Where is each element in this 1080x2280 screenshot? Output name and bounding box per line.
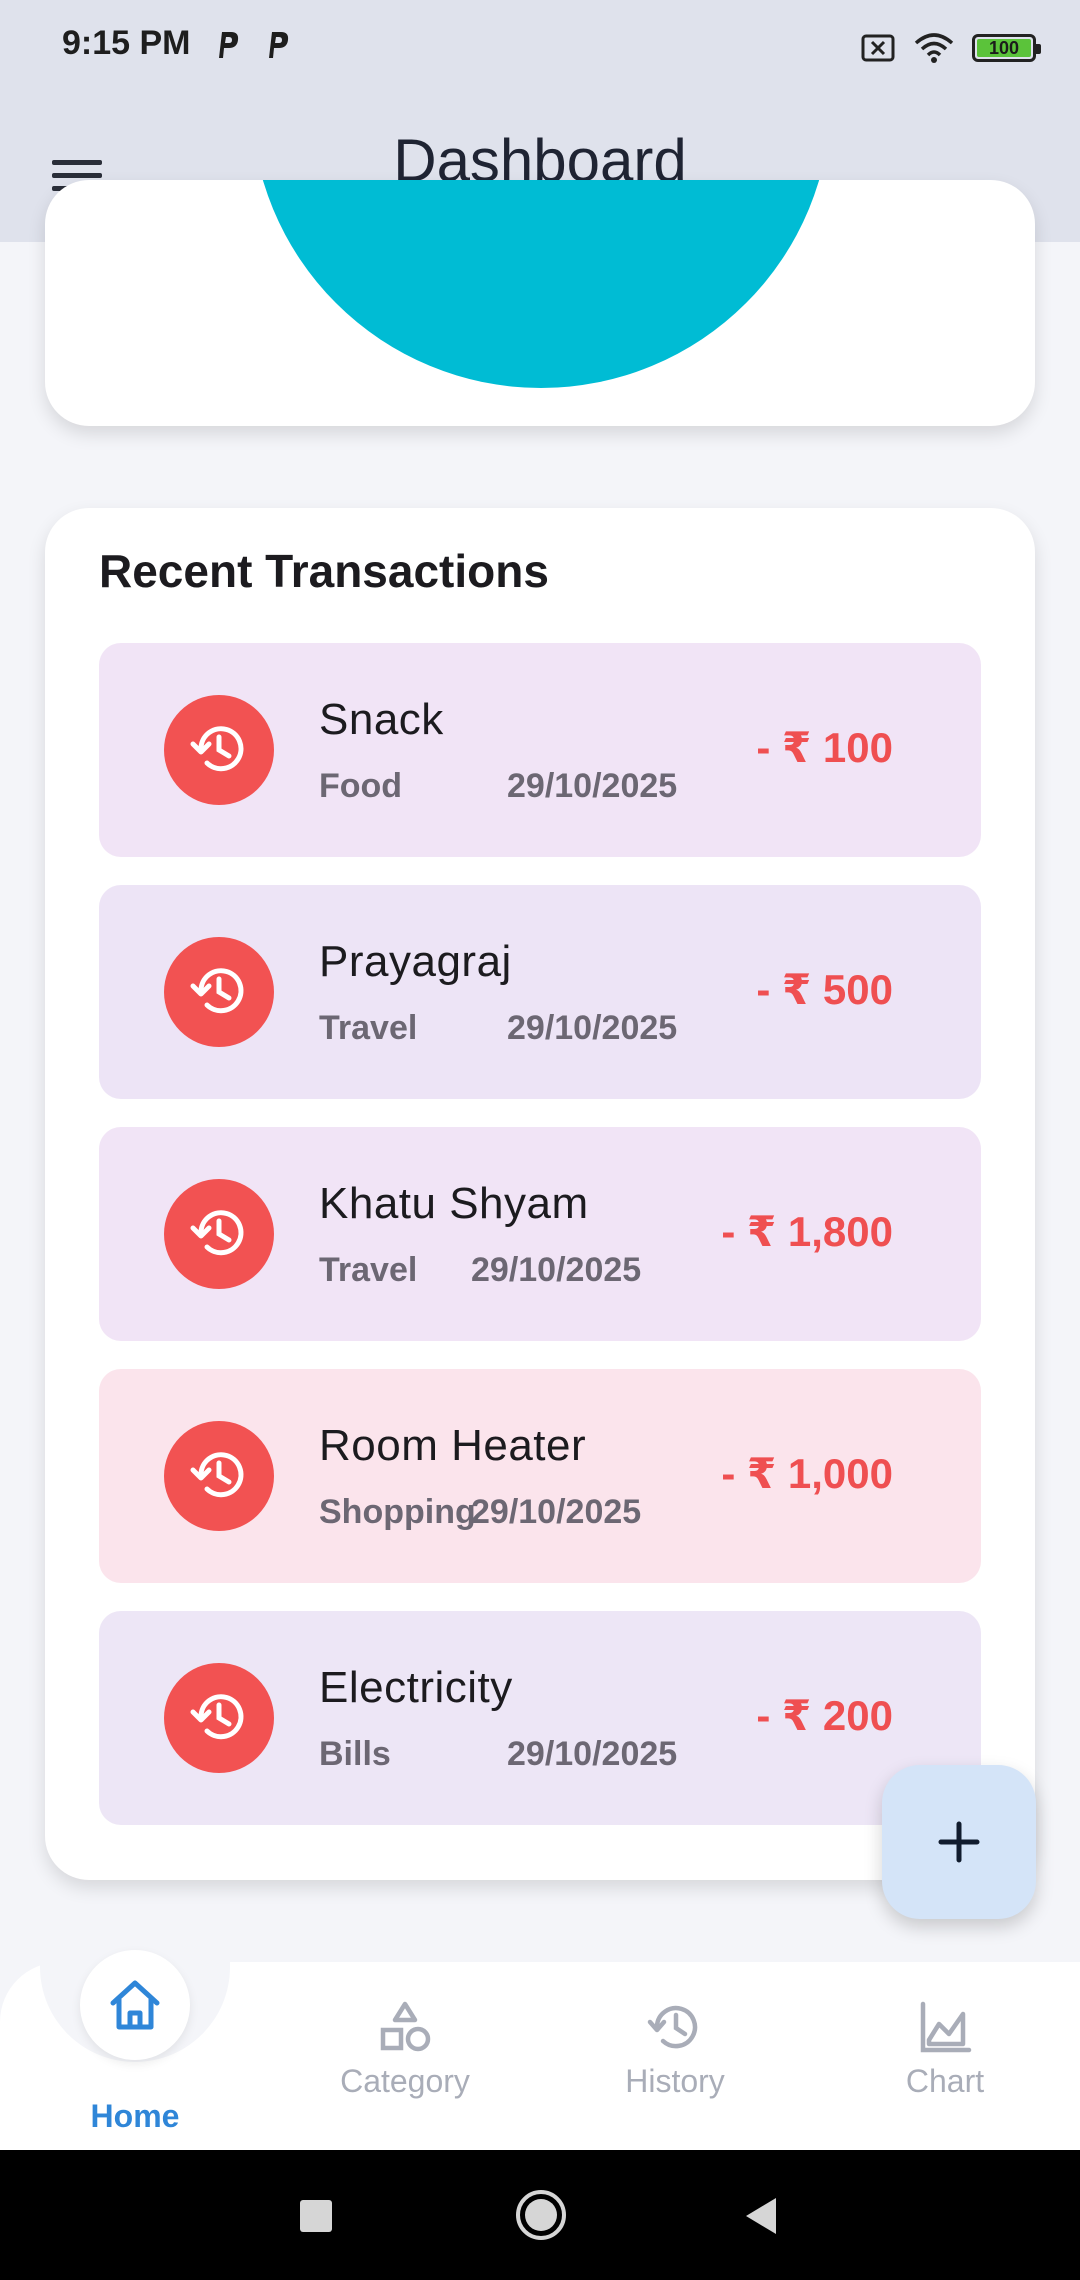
nav-item-history[interactable]: History	[540, 1998, 810, 2100]
history-icon	[164, 937, 274, 1047]
pie-chart-card	[45, 180, 1035, 426]
transaction-item[interactable]: Snack Food 29/10/2025 - ₹ 100	[99, 643, 981, 857]
section-title: Recent Transactions	[99, 545, 549, 597]
transaction-category: Travel	[319, 1009, 418, 1047]
back-icon[interactable]	[742, 2196, 778, 2236]
transaction-category: Bills	[319, 1735, 391, 1773]
transaction-amount: - ₹ 200	[756, 1692, 893, 1739]
nav-label: Home	[90, 2098, 180, 2134]
bottom-navigation: Home Category History Chart	[0, 1922, 1080, 2150]
transaction-date: 29/10/2025	[471, 1493, 642, 1531]
transaction-amount: - ₹ 500	[756, 966, 893, 1013]
p-notification-icon	[219, 32, 239, 58]
chart-icon	[920, 2001, 972, 2053]
p-notification-icon	[269, 32, 289, 58]
transaction-name: Khatu Shyam	[319, 1179, 589, 1228]
nav-item-home[interactable]	[80, 1950, 190, 2060]
transaction-category: Food	[319, 767, 403, 805]
nav-label: Category	[340, 2063, 470, 2099]
transaction-item[interactable]: Prayagraj Travel 29/10/2025 - ₹ 500	[99, 885, 981, 1099]
status-bar: 9:15 PM 100	[0, 0, 1080, 96]
home-circle-icon[interactable]	[514, 2188, 568, 2242]
plus-icon	[938, 1821, 980, 1863]
history-icon	[164, 1421, 274, 1531]
sim-x-icon	[861, 34, 895, 62]
transaction-item[interactable]: Khatu Shyam Travel 29/10/2025 - ₹ 1,800	[99, 1127, 981, 1341]
recent-transactions-card: Recent Transactions Snack Food 29/10/202…	[45, 508, 1035, 1880]
category-icon	[380, 2001, 431, 2052]
wifi-icon	[914, 33, 954, 63]
transaction-item[interactable]: Room Heater Shopping 29/10/2025 - ₹ 1,00…	[99, 1369, 981, 1583]
home-icon	[110, 1980, 160, 2030]
transaction-amount: - ₹ 1,800	[721, 1208, 893, 1255]
transaction-category: Shopping	[319, 1493, 476, 1531]
pie-slice[interactable]	[251, 180, 831, 388]
transaction-date: 29/10/2025	[507, 1009, 678, 1047]
system-navigation-bar	[0, 2150, 1080, 2280]
history-icon	[164, 1179, 274, 1289]
transaction-item[interactable]: Electricity Bills 29/10/2025 - ₹ 200	[99, 1611, 981, 1825]
transaction-name: Room Heater	[319, 1421, 587, 1470]
recents-icon[interactable]	[298, 2198, 334, 2234]
nav-label: Chart	[905, 2063, 985, 2099]
nav-item-chart[interactable]: Chart	[810, 1998, 1080, 2100]
nav-label-home[interactable]: Home	[0, 2098, 270, 2135]
battery-level: 100	[988, 37, 1020, 58]
transaction-category: Travel	[319, 1251, 418, 1289]
nav-label: History	[625, 2063, 725, 2099]
transaction-date: 29/10/2025	[471, 1251, 642, 1289]
transaction-name: Snack	[319, 695, 444, 744]
transaction-name: Electricity	[319, 1663, 513, 1712]
add-transaction-button[interactable]	[882, 1765, 1036, 1919]
transaction-amount: - ₹ 1,000	[721, 1450, 893, 1497]
transaction-name: Prayagraj	[319, 937, 512, 986]
transaction-amount: - ₹ 100	[756, 724, 893, 771]
history-icon	[164, 1663, 274, 1773]
status-time: 9:15 PM	[62, 24, 191, 62]
nav-item-category[interactable]: Category	[270, 1998, 540, 2100]
history-icon	[164, 695, 274, 805]
battery-icon: 100	[972, 34, 1041, 62]
transaction-date: 29/10/2025	[507, 767, 678, 805]
transaction-date: 29/10/2025	[507, 1735, 678, 1773]
history-icon	[647, 2005, 698, 2049]
